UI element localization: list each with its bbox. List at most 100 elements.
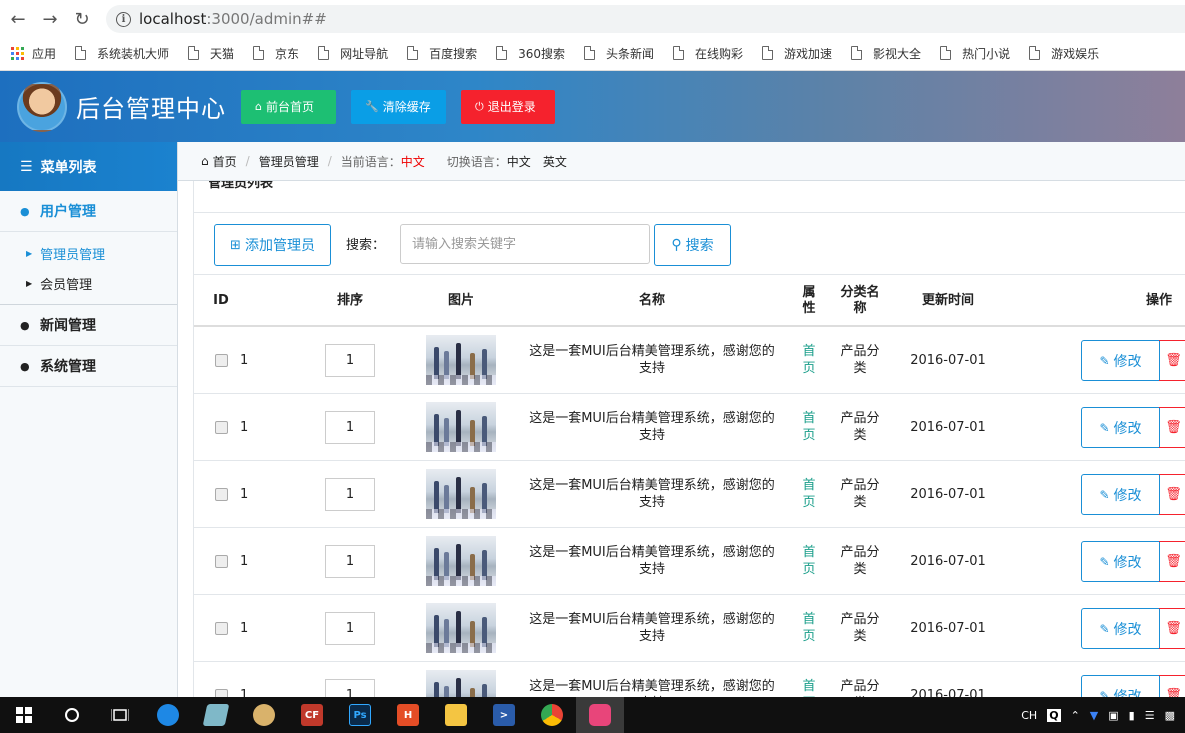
bookmark-item[interactable]: 游戏娱乐 — [1029, 45, 1099, 62]
delete-button[interactable]: 🗑 — [1159, 340, 1185, 381]
chevron-up-icon[interactable]: ⌃ — [1071, 709, 1080, 722]
bookmark-item[interactable]: 网址导航 — [318, 45, 388, 62]
edit-button[interactable]: ✎ 修改 — [1081, 608, 1160, 649]
sort-cell: 1 — [325, 461, 375, 527]
switch-language-zh[interactable]: 中文 — [507, 153, 531, 170]
search-circle-icon[interactable] — [48, 697, 96, 733]
delete-button[interactable]: 🗑 — [1159, 474, 1185, 515]
edit-button[interactable]: ✎ 修改 — [1081, 675, 1160, 697]
file-explorer-icon[interactable] — [432, 697, 480, 733]
ime-indicator[interactable]: Q — [1047, 708, 1061, 722]
sidebar-item-system-management[interactable]: ● 系统管理 — [0, 346, 177, 387]
edit-button[interactable]: ✎ 修改 — [1081, 474, 1160, 515]
search-button[interactable]: ⚲ 搜索 — [654, 224, 731, 266]
row-checkbox[interactable] — [215, 621, 228, 635]
sidebar-item-user-management[interactable]: ● 用户管理 — [0, 191, 177, 232]
network-icon[interactable]: ▣ — [1108, 709, 1118, 722]
sort-input[interactable]: 1 — [325, 343, 375, 377]
windows-start-icon[interactable] — [0, 697, 48, 733]
frontend-home-button[interactable]: ⌂ 前台首页 — [241, 89, 336, 124]
category-cell: 产品分类 — [840, 545, 880, 577]
bookmark-item[interactable]: 头条新闻 — [584, 45, 654, 62]
thumbnail-image — [426, 536, 496, 586]
bookmark-item[interactable]: 天猫 — [188, 45, 234, 62]
trash-icon: 🗑 — [1165, 420, 1182, 435]
row-checkbox[interactable] — [215, 688, 228, 697]
info-icon[interactable]: i — [116, 11, 131, 27]
bookmark-item[interactable]: 360搜索 — [496, 45, 565, 62]
bookmark-item[interactable]: 京东 — [253, 45, 299, 62]
search-label: 搜索： — [346, 238, 386, 253]
shield-icon[interactable]: ▼ — [1090, 709, 1098, 722]
search-input[interactable] — [400, 224, 650, 264]
sort-input[interactable]: 1 — [325, 410, 375, 444]
html5-app-icon[interactable]: H — [384, 697, 432, 733]
user-icon: ● — [20, 204, 30, 218]
bookmark-item[interactable]: 百度搜索 — [407, 45, 477, 62]
address-bar[interactable]: i localhost:3000/admin## — [106, 5, 1185, 33]
browser-app-icon[interactable] — [144, 697, 192, 733]
input-language[interactable]: CH — [1021, 709, 1037, 722]
section-title: 管理员列表 — [208, 181, 274, 191]
sidebar-submenu: ▶ 管理员管理 ▶ 会员管理 — [0, 232, 177, 305]
reload-icon[interactable]: ↻ — [66, 3, 98, 35]
sidebar-item-admin-management[interactable]: ▶ 管理员管理 — [0, 238, 177, 268]
notes-app-icon[interactable] — [192, 697, 240, 733]
bookmark-item[interactable]: 游戏加速 — [762, 45, 832, 62]
sort-input[interactable]: 1 — [325, 477, 375, 511]
add-admin-button[interactable]: ⊞ 添加管理员 — [214, 224, 331, 266]
breadcrumb-home[interactable]: 首页 — [213, 153, 237, 170]
battery-icon[interactable]: ▮ — [1129, 709, 1135, 722]
clear-cache-button[interactable]: 🔧 清除缓存 — [351, 89, 446, 124]
bookmark-item[interactable]: 热门小说 — [940, 45, 1010, 62]
sort-cell: 1 — [325, 662, 375, 697]
back-arrow-icon[interactable]: ← — [2, 3, 34, 35]
task-view-icon[interactable] — [96, 697, 144, 733]
image-cell — [426, 528, 496, 594]
delete-button[interactable]: 🗑 — [1159, 608, 1185, 649]
wifi-icon[interactable]: ☰ — [1145, 709, 1155, 722]
breadcrumb-current[interactable]: 管理员管理 — [259, 153, 319, 170]
delete-button[interactable]: 🗑 — [1159, 675, 1185, 697]
edit-button[interactable]: ✎ 修改 — [1081, 340, 1160, 381]
cf-app-icon[interactable]: CF — [288, 697, 336, 733]
attr-cell: 首页 — [802, 679, 816, 697]
col-header-category: 分类名称 — [840, 285, 880, 316]
bookmark-item[interactable]: 影视大全 — [851, 45, 921, 62]
sidebar-item-member-management[interactable]: ▶ 会员管理 — [0, 268, 177, 298]
bookmark-label: 在线购彩 — [695, 46, 744, 61]
bookmark-item[interactable]: 在线购彩 — [673, 45, 743, 62]
row-checkbox[interactable] — [215, 420, 228, 434]
sort-input[interactable]: 1 — [325, 611, 375, 645]
sort-input[interactable]: 1 — [325, 544, 375, 578]
row-checkbox[interactable] — [215, 353, 228, 367]
thumbnail-image — [426, 402, 496, 452]
forward-arrow-icon[interactable]: → — [34, 3, 66, 35]
edit-button[interactable]: ✎ 修改 — [1081, 541, 1160, 582]
row-checkbox[interactable] — [215, 487, 228, 501]
logout-button[interactable]: ⏻ 退出登录 — [461, 89, 555, 124]
apps-grid-icon — [11, 46, 24, 60]
current-language-label: 当前语言： — [340, 154, 401, 169]
chrome-icon[interactable] — [528, 697, 576, 733]
sidebar-item-news-management[interactable]: ● 新闻管理 — [0, 305, 177, 346]
image-cell — [426, 394, 496, 460]
url-text[interactable]: localhost:3000/admin## — [139, 10, 327, 28]
date-cell: 2016-07-01 — [910, 352, 986, 368]
delete-button[interactable]: 🗑 — [1159, 541, 1185, 582]
app-header: 后台管理中心 ⌂ 前台首页 🔧 清除缓存 ⏻ 退出登录 — [0, 71, 1185, 142]
avatar — [17, 81, 67, 132]
bookmark-item[interactable]: 系统装机大师 — [75, 45, 169, 62]
screenshot-app-icon[interactable] — [576, 697, 624, 733]
row-checkbox[interactable] — [215, 554, 228, 568]
sort-input[interactable]: 1 — [325, 678, 375, 697]
notification-icon[interactable]: ▩ — [1165, 709, 1175, 722]
edit-button[interactable]: ✎ 修改 — [1081, 407, 1160, 448]
category-cell: 产品分类 — [840, 679, 880, 697]
photoshop-icon[interactable]: Ps — [336, 697, 384, 733]
paint-app-icon[interactable] — [240, 697, 288, 733]
delete-button[interactable]: 🗑 — [1159, 407, 1185, 448]
powershell-icon[interactable]: > — [480, 697, 528, 733]
bookmark-apps[interactable]: 应用 — [11, 45, 56, 62]
switch-language-en[interactable]: 英文 — [543, 153, 567, 170]
